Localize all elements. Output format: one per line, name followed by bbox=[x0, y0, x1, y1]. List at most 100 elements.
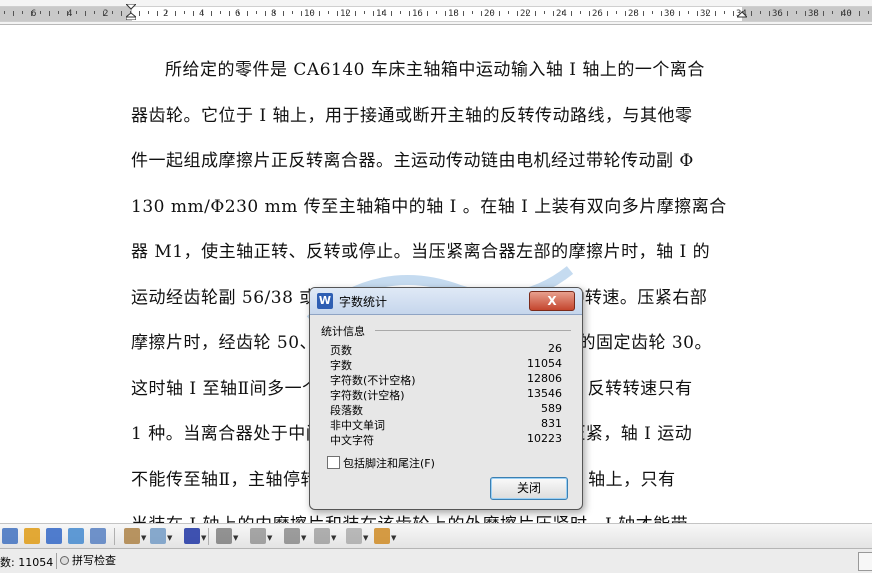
stat-row: 字数 11054 bbox=[330, 357, 562, 372]
stat-key: 中文字符 bbox=[330, 434, 374, 447]
stat-value: 11054 bbox=[527, 357, 562, 370]
stat-key: 段落数 bbox=[330, 404, 363, 417]
ruler-tick bbox=[859, 11, 860, 16]
ruler-tick bbox=[256, 11, 257, 14]
view-corner-icon[interactable] bbox=[858, 552, 872, 571]
ruler-tick bbox=[724, 11, 725, 14]
ruler-tick bbox=[139, 11, 140, 16]
ruler-tick bbox=[499, 11, 500, 16]
ruler-tick bbox=[112, 11, 113, 14]
ruler-label: 38 bbox=[808, 9, 819, 19]
document-line[interactable]: 件一起组成摩擦片正反转离合器。主运动传动链由电机经过带轮传动副 Φ bbox=[131, 146, 694, 171]
dropdown-arrow-icon[interactable]: ▼ bbox=[267, 534, 272, 542]
ruler-tick bbox=[535, 11, 536, 16]
ruler-tick bbox=[76, 11, 77, 14]
font-color-icon[interactable] bbox=[184, 528, 200, 544]
ruler-tick bbox=[49, 11, 50, 16]
ruler-label: 4 bbox=[199, 9, 205, 19]
right-indent-marker-icon[interactable] bbox=[737, 4, 747, 20]
stat-key: 字符数(计空格) bbox=[330, 389, 405, 402]
ruler-tick bbox=[688, 11, 689, 14]
fill-color-icon[interactable] bbox=[124, 528, 140, 544]
3d-icon[interactable] bbox=[346, 528, 362, 544]
document-line[interactable]: 130 mm/Φ230 mm 传至主轴箱中的轴 I 。在轴 I 上装有双向多片摩… bbox=[131, 192, 727, 217]
close-icon[interactable]: X bbox=[529, 291, 575, 311]
horizontal-ruler[interactable]: 642246810121416182022242628303234363840 bbox=[0, 0, 872, 25]
line-style-icon[interactable] bbox=[216, 528, 232, 544]
dropdown-arrow-icon[interactable]: ▼ bbox=[301, 534, 306, 542]
toolbar-separator bbox=[208, 528, 209, 545]
close-button[interactable]: 关闭 bbox=[490, 477, 568, 500]
dropdown-arrow-icon[interactable]: ▼ bbox=[233, 534, 238, 542]
line-color-icon[interactable] bbox=[150, 528, 166, 544]
ruler-tick bbox=[661, 11, 662, 16]
ruler-tick bbox=[580, 11, 581, 14]
dropdown-arrow-icon[interactable]: ▼ bbox=[331, 534, 336, 542]
arrow-style-icon[interactable] bbox=[284, 528, 300, 544]
stat-row: 中文字符 10223 bbox=[330, 432, 562, 447]
insert-picture-icon[interactable] bbox=[90, 528, 106, 544]
clipart-icon[interactable] bbox=[46, 528, 62, 544]
ruler-right-margin bbox=[742, 7, 872, 21]
ruler-tick bbox=[355, 11, 356, 16]
include-footnotes-label[interactable]: 包括脚注和尾注(F) bbox=[343, 455, 435, 471]
ruler-tick bbox=[391, 11, 392, 16]
ruler-label: 40 bbox=[841, 9, 852, 19]
dash-style-icon[interactable] bbox=[250, 528, 266, 544]
ruler-tick bbox=[760, 11, 761, 14]
wordart-icon[interactable] bbox=[24, 528, 40, 544]
dialog-title: 字数统计 bbox=[339, 295, 388, 309]
dropdown-arrow-icon[interactable]: ▼ bbox=[363, 534, 368, 542]
ruler-label: 2 bbox=[163, 9, 169, 19]
ruler-label: 36 bbox=[772, 9, 783, 19]
ruler-tick bbox=[22, 11, 23, 14]
dialog-titlebar[interactable]: W 字数统计 X bbox=[310, 288, 582, 315]
ruler-tick bbox=[607, 11, 608, 16]
left-indent-marker-icon[interactable] bbox=[126, 4, 136, 20]
ruler-tick bbox=[868, 11, 869, 14]
stat-row: 非中文单词 831 bbox=[330, 417, 562, 432]
ruler-tick bbox=[373, 11, 374, 16]
spell-check-toggle[interactable]: 拼写检查 bbox=[60, 553, 116, 569]
ruler-tick bbox=[247, 11, 248, 16]
ruler-tick bbox=[58, 11, 59, 14]
ruler-tick bbox=[436, 11, 437, 14]
ruler-label: 14 bbox=[376, 9, 387, 19]
ruler-tick bbox=[229, 11, 230, 16]
ruler-label: 2 bbox=[103, 9, 109, 19]
picture-icon[interactable] bbox=[68, 528, 84, 544]
ruler-tick bbox=[697, 11, 698, 16]
ruler-tick bbox=[616, 11, 617, 14]
ruler-label: 30 bbox=[664, 9, 675, 19]
ruler-tick bbox=[679, 11, 680, 16]
status-word-count[interactable]: 数: 11054 bbox=[0, 554, 53, 570]
ruler-tick bbox=[364, 11, 365, 14]
ruler-label: 24 bbox=[556, 9, 567, 19]
stat-row: 字符数(计空格) 13546 bbox=[330, 387, 562, 402]
ruler-tick bbox=[157, 11, 158, 16]
dropdown-arrow-icon[interactable]: ▼ bbox=[391, 534, 396, 542]
dropdown-arrow-icon[interactable]: ▼ bbox=[167, 534, 172, 542]
document-line[interactable]: 器齿轮。它位于 I 轴上，用于接通或断开主轴的反转传动路线，与其他零 bbox=[131, 101, 693, 126]
textbox-icon[interactable] bbox=[2, 528, 18, 544]
dropdown-arrow-icon[interactable]: ▼ bbox=[141, 534, 146, 542]
ruler-label: 12 bbox=[340, 9, 351, 19]
stat-row: 页数 26 bbox=[330, 342, 562, 357]
ruler-tick bbox=[211, 11, 212, 16]
stat-key: 页数 bbox=[330, 344, 352, 357]
more-icon[interactable] bbox=[374, 528, 390, 544]
ruler-tick bbox=[643, 11, 644, 16]
stat-value: 10223 bbox=[527, 432, 562, 445]
ruler-label: 6 bbox=[31, 9, 37, 19]
ruler-tick bbox=[292, 11, 293, 14]
document-line[interactable]: 所给定的零件是 CA6140 车床主轴箱中运动输入轴 I 轴上的一个离合 bbox=[165, 55, 705, 80]
include-footnotes-checkbox[interactable] bbox=[327, 456, 340, 469]
ruler-label: 8 bbox=[271, 9, 277, 19]
document-line[interactable]: 器 M1，使主轴正转、反转或停止。当压紧离合器左部的摩擦片时，轴 I 的 bbox=[131, 237, 710, 262]
shadow-icon[interactable] bbox=[314, 528, 330, 544]
dropdown-arrow-icon[interactable]: ▼ bbox=[201, 534, 206, 542]
ruler-tick bbox=[175, 11, 176, 16]
ruler-label: 4 bbox=[67, 9, 73, 19]
ruler-label: 22 bbox=[520, 9, 531, 19]
stat-key: 字符数(不计空格) bbox=[330, 374, 416, 387]
